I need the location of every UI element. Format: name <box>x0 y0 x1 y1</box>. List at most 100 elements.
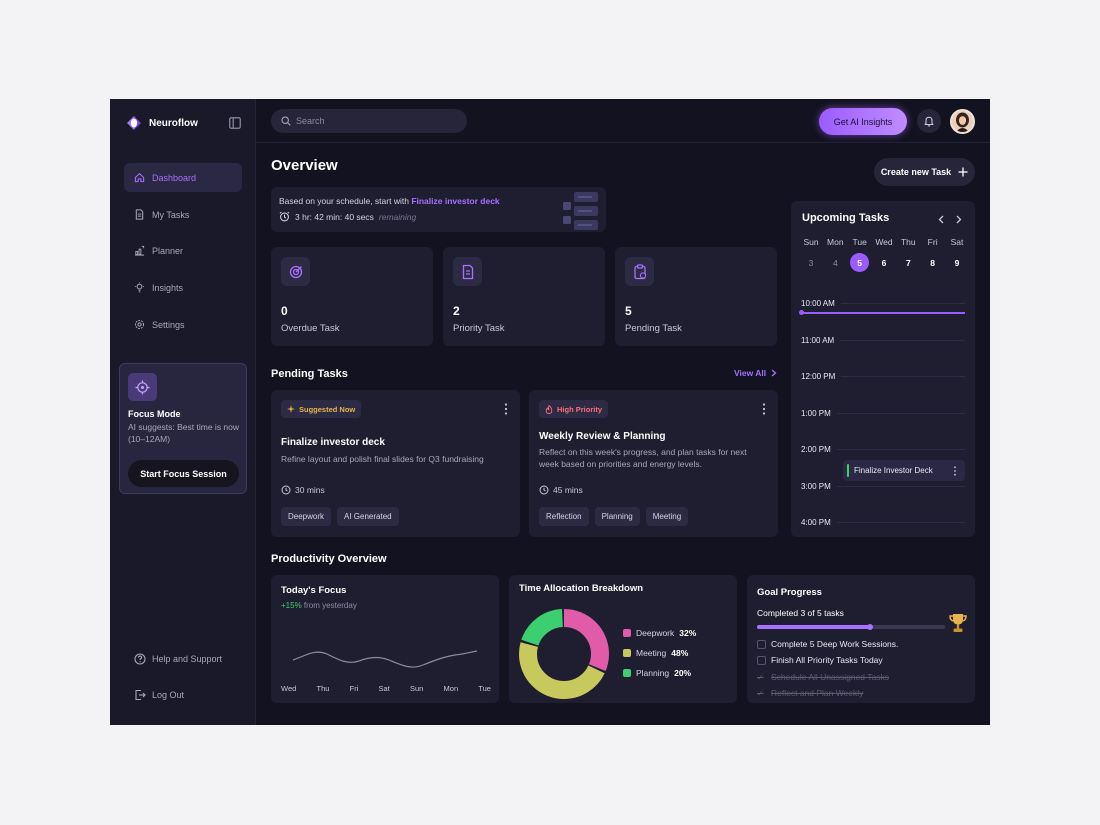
day-label: Sat <box>378 684 390 693</box>
time-slot: 3:00 PM <box>801 480 965 492</box>
document-icon <box>135 209 144 220</box>
day-thu[interactable]: Thu 7 <box>896 236 920 272</box>
time-label: 12:00 PM <box>801 371 836 381</box>
help-and-support-link[interactable]: Help and Support <box>134 653 222 665</box>
target-icon <box>281 257 310 286</box>
day-number: 9 <box>954 257 960 268</box>
focus-target-icon <box>128 373 157 401</box>
plus-icon <box>958 167 968 177</box>
sidebar-item-label: Insights <box>152 282 184 293</box>
notifications-button[interactable] <box>917 109 941 133</box>
tag[interactable]: Planning <box>594 507 640 526</box>
goal-progress-title: Goal Progress <box>757 587 822 598</box>
day-number: 4 <box>832 257 838 268</box>
get-ai-insights-button[interactable]: Get AI Insights <box>819 108 907 135</box>
more-options-icon[interactable] <box>504 403 508 415</box>
day-name: Sat <box>950 237 964 247</box>
goal-item[interactable]: Finish All Priority Tasks Today <box>757 655 883 665</box>
banner-prefix: Based on your schedule, start with <box>279 196 409 206</box>
legend-swatch <box>623 629 631 637</box>
help-icon <box>134 653 146 665</box>
goal-label: Schedule All Unassigned Tasks <box>771 672 889 682</box>
log-out-link[interactable]: Log Out <box>134 689 184 701</box>
upcoming-tasks-panel: Upcoming Tasks Sun 3 Mon 4 Tue 5 Wed 6 Thu 7 … <box>791 201 975 537</box>
tag[interactable]: Meeting <box>645 507 689 526</box>
time-slot: 4:00 PM <box>801 516 965 528</box>
day-name: Thu <box>900 237 916 247</box>
home-icon <box>134 173 145 183</box>
lightbulb-icon <box>134 282 145 293</box>
goal-checkbox[interactable] <box>757 639 766 649</box>
day-name: Wed <box>875 237 893 247</box>
time-allocation-legend: Deepwork 32% Meeting 48% Planning 20% <box>623 623 696 683</box>
legend-value: 32% <box>679 628 697 638</box>
start-focus-session-button[interactable]: Start Focus Session <box>128 460 239 487</box>
view-all-link[interactable]: View All <box>734 368 777 378</box>
task-card[interactable]: Suggested Now Finalize investor deck Ref… <box>271 390 520 537</box>
tag[interactable]: Deepwork <box>281 507 332 526</box>
calendar-event[interactable]: Finalize Investor Deck <box>843 460 965 481</box>
goal-item-completed[interactable]: ✓ Reflect and Plan Weekly <box>757 688 863 698</box>
goal-item[interactable]: Complete 5 Deep Work Sessions. <box>757 639 898 649</box>
sidebar-item-planner[interactable]: Planner <box>124 236 242 265</box>
tag[interactable]: Reflection <box>539 507 589 526</box>
sidebar-item-dashboard[interactable]: Dashboard <box>124 163 242 192</box>
day-sun[interactable]: Sun 3 <box>799 236 823 272</box>
day-sat[interactable]: Sat 9 <box>945 236 969 272</box>
goal-progress-knob[interactable] <box>866 624 873 630</box>
sidebar-item-my-tasks[interactable]: My Tasks <box>124 200 242 229</box>
goal-label: Complete 5 Deep Work Sessions. <box>771 639 899 649</box>
sidebar-item-label: Planner <box>152 245 184 256</box>
checkmark-icon[interactable]: ✓ <box>757 673 766 682</box>
stat-value: 0 <box>281 304 288 318</box>
create-new-task-button[interactable]: Create new Task <box>874 158 975 186</box>
sidebar-item-settings[interactable]: Settings <box>124 310 242 339</box>
time-slot: 2:00 PM <box>801 443 965 455</box>
day-number-selected: 5 <box>850 253 870 272</box>
alarm-clock-icon <box>279 211 290 222</box>
clock-icon <box>281 485 291 495</box>
clock-icon <box>539 485 549 495</box>
task-description: Reflect on this week's progress, and pla… <box>539 447 747 469</box>
more-options-icon[interactable] <box>953 465 957 476</box>
create-new-task-label: Create new Task <box>880 167 952 177</box>
trophy-icon <box>949 614 967 632</box>
chevron-right-icon[interactable] <box>955 215 962 224</box>
banner-text: Based on your schedule, start with Final… <box>279 196 500 206</box>
day-label: Sun <box>410 684 424 693</box>
stat-label: Priority Task <box>453 323 505 334</box>
time-label: 4:00 PM <box>801 517 831 527</box>
more-options-icon[interactable] <box>762 403 766 415</box>
day-name: Fri <box>927 237 938 247</box>
task-tags: Reflection Planning Meeting <box>539 507 689 526</box>
day-fri[interactable]: Fri 8 <box>921 236 945 272</box>
pending-task-card[interactable]: 5 Pending Task <box>615 247 777 346</box>
checkmark-icon[interactable]: ✓ <box>757 689 766 698</box>
sidebar-item-insights[interactable]: Insights <box>124 273 242 302</box>
goal-item-completed[interactable]: ✓ Schedule All Unassigned Tasks <box>757 672 889 682</box>
avatar[interactable] <box>950 109 975 134</box>
banner-task-link[interactable]: Finalize investor deck <box>411 196 499 206</box>
high-priority-badge: High Priority <box>539 400 609 418</box>
chevron-left-icon[interactable] <box>938 215 945 224</box>
goal-progress-card: Goal Progress Completed 3 of 5 tasks Com… <box>747 575 975 703</box>
search-box[interactable] <box>271 109 467 133</box>
priority-task-card[interactable]: 2 Priority Task <box>443 247 605 346</box>
goal-checkbox[interactable] <box>757 655 766 665</box>
task-duration-value: 30 mins <box>295 485 325 495</box>
time-slot: 10:00 AM <box>801 297 965 309</box>
task-card[interactable]: High Priority Weekly Review & Planning R… <box>529 390 778 537</box>
legend-meeting: Meeting 48% <box>623 643 696 663</box>
overdue-task-card[interactable]: 0 Overdue Task <box>271 247 433 346</box>
day-tue[interactable]: Tue 5 <box>848 236 872 272</box>
event-title: Finalize Investor Deck <box>854 466 933 475</box>
brand-name: Neuroflow <box>149 117 198 129</box>
day-mon[interactable]: Mon 4 <box>823 236 847 272</box>
legend-planning: Planning 20% <box>623 663 696 683</box>
search-input[interactable] <box>296 116 456 126</box>
brand[interactable]: Neuroflow <box>124 115 198 131</box>
day-wed[interactable]: Wed 6 <box>872 236 896 272</box>
tag[interactable]: AI Generated <box>337 507 399 526</box>
sidebar-collapse-icon[interactable] <box>229 117 241 129</box>
time-label: 10:00 AM <box>801 298 835 308</box>
